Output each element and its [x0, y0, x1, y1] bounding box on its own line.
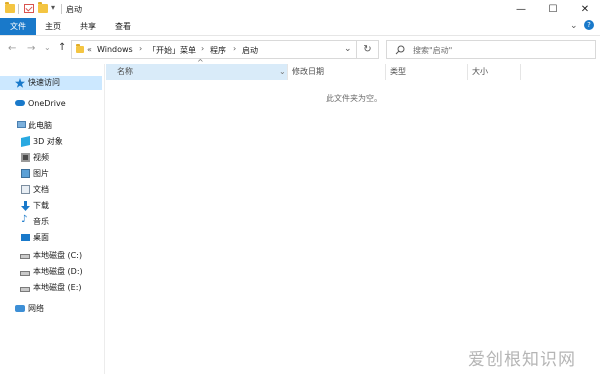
sidebar-item-onedrive[interactable]: OneDrive	[28, 97, 66, 111]
breadcrumb-programs[interactable]: 程序	[210, 45, 226, 56]
column-divider[interactable]	[467, 64, 468, 80]
sidebar-item-this-pc[interactable]: 此电脑	[28, 119, 52, 133]
up-button[interactable]: ↑	[58, 42, 66, 53]
sidebar-item-drive-d[interactable]: 本地磁盘 (D:)	[33, 265, 83, 279]
cloud-icon	[15, 100, 25, 106]
breadcrumb-overflow[interactable]: «	[87, 45, 92, 54]
folder-icon	[5, 2, 15, 13]
address-dropdown-icon[interactable]: ⌄	[344, 44, 352, 54]
star-icon	[15, 78, 25, 88]
sort-ascending-icon: ^	[197, 58, 204, 67]
empty-folder-message: 此文件夹为空。	[326, 94, 382, 103]
sidebar-item-videos[interactable]: 视频	[33, 151, 49, 165]
forward-button[interactable]: →	[27, 43, 35, 54]
title-bar: ▾ 启动 — ☐ ✕	[0, 0, 600, 18]
drive-icon	[20, 254, 30, 259]
file-list-area[interactable]	[105, 80, 600, 374]
cube-icon	[21, 136, 30, 147]
maximize-button[interactable]: ☐	[538, 0, 568, 18]
desktop-icon	[21, 234, 30, 241]
search-icon	[395, 45, 405, 55]
sidebar-item-documents[interactable]: 文档	[33, 183, 49, 197]
column-header-date-modified[interactable]: 修改日期	[292, 64, 324, 80]
ribbon-expand-icon[interactable]: ⌄	[570, 21, 578, 31]
computer-icon	[17, 121, 26, 128]
divider	[18, 4, 19, 14]
column-header-type[interactable]: 类型	[390, 64, 406, 80]
tab-view[interactable]: 查看	[108, 18, 138, 35]
column-divider[interactable]	[385, 64, 386, 80]
picture-icon	[21, 169, 30, 178]
breadcrumb-startup[interactable]: 启动	[242, 45, 258, 56]
sidebar-item-quick-access[interactable]: 快速访问	[28, 76, 60, 90]
tab-home[interactable]: 主页	[38, 18, 68, 35]
back-button[interactable]: ←	[8, 43, 16, 54]
breadcrumb-separator[interactable]: ›	[233, 44, 236, 53]
column-header-size[interactable]: 大小	[472, 64, 488, 80]
sidebar-item-drive-c[interactable]: 本地磁盘 (C:)	[33, 249, 82, 263]
sidebar-item-drive-e[interactable]: 本地磁盘 (E:)	[33, 281, 82, 295]
folder-icon	[76, 44, 84, 53]
breadcrumb-start-menu[interactable]: 「开始」菜单	[148, 45, 196, 56]
music-icon: ♪	[21, 214, 28, 225]
sidebar-item-network[interactable]: 网络	[28, 302, 44, 316]
watermark: 爱创根知识网	[468, 350, 576, 370]
column-divider[interactable]	[520, 64, 521, 80]
download-icon	[21, 201, 30, 211]
column-divider[interactable]	[287, 64, 288, 80]
sidebar-item-pictures[interactable]: 图片	[33, 167, 49, 181]
column-filter-icon[interactable]: ⌄	[279, 67, 286, 76]
new-folder-icon[interactable]	[38, 2, 48, 13]
help-icon[interactable]: ?	[584, 20, 594, 30]
tab-share[interactable]: 共享	[73, 18, 103, 35]
refresh-button[interactable]: ↻	[357, 40, 379, 59]
sidebar-item-3d-objects[interactable]: 3D 对象	[33, 135, 63, 149]
network-icon	[15, 305, 25, 312]
tab-file[interactable]: 文件	[0, 18, 36, 35]
document-icon	[21, 185, 30, 194]
drive-icon	[20, 287, 30, 292]
search-box[interactable]: 搜索"启动"	[386, 40, 596, 59]
close-button[interactable]: ✕	[570, 0, 600, 18]
ribbon-tabs: 文件 主页 共享 查看 ⌄ ?	[0, 18, 600, 36]
customize-quick-access-dropdown[interactable]: ▾	[51, 3, 55, 12]
address-bar[interactable]: « Windows › 「开始」菜单 › 程序 › 启动 ⌄	[71, 40, 357, 59]
sidebar-item-music[interactable]: 音乐	[33, 215, 49, 229]
search-input[interactable]: 搜索"启动"	[413, 45, 452, 56]
sidebar-item-desktop[interactable]: 桌面	[33, 231, 49, 245]
video-icon	[21, 153, 30, 162]
column-header-name[interactable]: 名称	[117, 64, 133, 80]
sidebar-item-downloads[interactable]: 下载	[33, 199, 49, 213]
breadcrumb-separator[interactable]: ›	[139, 44, 142, 53]
minimize-button[interactable]: —	[506, 0, 536, 18]
divider	[61, 4, 62, 14]
properties-icon[interactable]	[24, 4, 34, 13]
breadcrumb-windows[interactable]: Windows	[97, 45, 133, 54]
window-title: 启动	[66, 5, 82, 14]
recent-locations-dropdown[interactable]: ⌄	[44, 43, 51, 52]
breadcrumb-separator[interactable]: ›	[201, 44, 204, 53]
drive-icon	[20, 271, 30, 276]
